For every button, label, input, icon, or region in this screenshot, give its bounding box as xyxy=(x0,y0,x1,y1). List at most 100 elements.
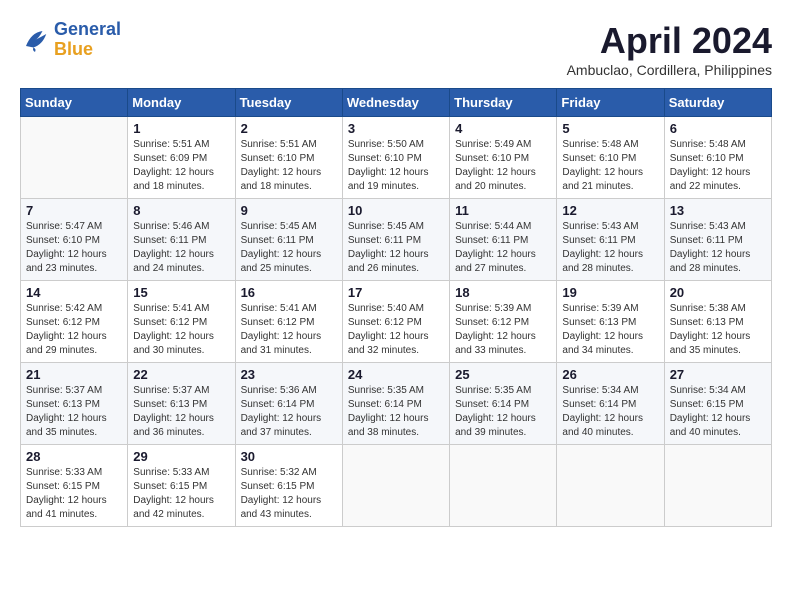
calendar-cell: 27 Sunrise: 5:34 AM Sunset: 6:15 PM Dayli… xyxy=(664,363,771,445)
day-number: 14 xyxy=(26,285,122,300)
day-number: 30 xyxy=(241,449,337,464)
calendar-cell xyxy=(450,445,557,527)
day-number: 26 xyxy=(562,367,658,382)
calendar-cell: 19 Sunrise: 5:39 AM Sunset: 6:13 PM Dayli… xyxy=(557,281,664,363)
calendar-cell: 24 Sunrise: 5:35 AM Sunset: 6:14 PM Dayli… xyxy=(342,363,449,445)
calendar-cell: 18Sunrise: 5:39 AM Sunset: 6:12 PM Dayli… xyxy=(450,281,557,363)
calendar-cell: 4Sunrise: 5:49 AM Sunset: 6:10 PM Daylig… xyxy=(450,117,557,199)
day-info: Sunrise: 5:38 AM Sunset: 6:13 PM Dayligh… xyxy=(670,302,766,358)
month-title: April 2024 xyxy=(567,20,772,62)
calendar-week-row: 28 Sunrise: 5:33 AM Sunset: 6:15 PM Dayli… xyxy=(21,445,772,527)
day-number: 8 xyxy=(133,203,229,218)
day-info: Sunrise: 5:35 AM Sunset: 6:14 PM Dayligh… xyxy=(455,384,551,440)
calendar-week-row: 14Sunrise: 5:42 AM Sunset: 6:12 PM Dayli… xyxy=(21,281,772,363)
day-info: Sunrise: 5:39 AM Sunset: 6:13 PM Dayligh… xyxy=(562,302,658,358)
day-info: Sunrise: 5:41 AM Sunset: 6:12 PM Dayligh… xyxy=(133,302,229,358)
calendar-cell: 12 Sunrise: 5:43 AM Sunset: 6:11 PM Dayli… xyxy=(557,199,664,281)
day-number: 1 xyxy=(133,121,229,136)
calendar-cell xyxy=(664,445,771,527)
day-number: 7 xyxy=(26,203,122,218)
logo-text: GeneralBlue xyxy=(54,20,121,60)
day-number: 3 xyxy=(348,121,444,136)
calendar-cell: 26 Sunrise: 5:34 AM Sunset: 6:14 PM Dayli… xyxy=(557,363,664,445)
logo-icon xyxy=(20,25,50,55)
day-number: 18 xyxy=(455,285,551,300)
day-number: 29 xyxy=(133,449,229,464)
calendar-cell: 17Sunrise: 5:40 AM Sunset: 6:12 PM Dayli… xyxy=(342,281,449,363)
calendar-cell: 29 Sunrise: 5:33 AM Sunset: 6:15 PM Dayli… xyxy=(128,445,235,527)
calendar-cell: 7 Sunrise: 5:47 AM Sunset: 6:10 PM Daylig… xyxy=(21,199,128,281)
day-info: Sunrise: 5:37 AM Sunset: 6:13 PM Dayligh… xyxy=(133,384,229,440)
calendar-cell: 16Sunrise: 5:41 AM Sunset: 6:12 PM Dayli… xyxy=(235,281,342,363)
day-info: Sunrise: 5:34 AM Sunset: 6:14 PM Dayligh… xyxy=(562,384,658,440)
calendar-cell: 28Sunrise: 5:33 AM Sunset: 6:15 PM Dayli… xyxy=(21,445,128,527)
day-info: Sunrise: 5:50 AM Sunset: 6:10 PM Dayligh… xyxy=(348,138,444,194)
day-number: 25 xyxy=(455,367,551,382)
calendar-header-row: SundayMondayTuesdayWednesdayThursdayFrid… xyxy=(21,89,772,117)
day-number: 27 xyxy=(670,367,766,382)
calendar-cell xyxy=(21,117,128,199)
weekday-header: Sunday xyxy=(21,89,128,117)
day-number: 24 xyxy=(348,367,444,382)
day-number: 11 xyxy=(455,203,551,218)
location-subtitle: Ambuclao, Cordillera, Philippines xyxy=(567,62,772,78)
calendar-cell: 14Sunrise: 5:42 AM Sunset: 6:12 PM Dayli… xyxy=(21,281,128,363)
day-number: 2 xyxy=(241,121,337,136)
day-number: 19 xyxy=(562,285,658,300)
day-info: Sunrise: 5:43 AM Sunset: 6:11 PM Dayligh… xyxy=(562,220,658,276)
day-number: 4 xyxy=(455,121,551,136)
day-info: Sunrise: 5:36 AM Sunset: 6:14 PM Dayligh… xyxy=(241,384,337,440)
calendar-cell: 21 Sunrise: 5:37 AM Sunset: 6:13 PM Dayli… xyxy=(21,363,128,445)
weekday-header: Monday xyxy=(128,89,235,117)
title-block: April 2024 Ambuclao, Cordillera, Philipp… xyxy=(567,20,772,78)
logo: GeneralBlue xyxy=(20,20,121,60)
calendar-week-row: 7 Sunrise: 5:47 AM Sunset: 6:10 PM Daylig… xyxy=(21,199,772,281)
day-info: Sunrise: 5:45 AM Sunset: 6:11 PM Dayligh… xyxy=(348,220,444,276)
day-number: 15 xyxy=(133,285,229,300)
calendar-cell: 25 Sunrise: 5:35 AM Sunset: 6:14 PM Dayli… xyxy=(450,363,557,445)
day-info: Sunrise: 5:51 AM Sunset: 6:09 PM Dayligh… xyxy=(133,138,229,194)
day-number: 6 xyxy=(670,121,766,136)
day-info: Sunrise: 5:40 AM Sunset: 6:12 PM Dayligh… xyxy=(348,302,444,358)
calendar-week-row: 21 Sunrise: 5:37 AM Sunset: 6:13 PM Dayli… xyxy=(21,363,772,445)
page-header: GeneralBlue April 2024 Ambuclao, Cordill… xyxy=(20,20,772,78)
calendar-cell: 5 Sunrise: 5:48 AM Sunset: 6:10 PM Daylig… xyxy=(557,117,664,199)
day-info: Sunrise: 5:48 AM Sunset: 6:10 PM Dayligh… xyxy=(562,138,658,194)
day-info: Sunrise: 5:46 AM Sunset: 6:11 PM Dayligh… xyxy=(133,220,229,276)
day-info: Sunrise: 5:51 AM Sunset: 6:10 PM Dayligh… xyxy=(241,138,337,194)
day-number: 21 xyxy=(26,367,122,382)
day-number: 28 xyxy=(26,449,122,464)
day-info: Sunrise: 5:35 AM Sunset: 6:14 PM Dayligh… xyxy=(348,384,444,440)
day-number: 5 xyxy=(562,121,658,136)
calendar-cell: 8 Sunrise: 5:46 AM Sunset: 6:11 PM Daylig… xyxy=(128,199,235,281)
calendar-cell: 1 Sunrise: 5:51 AM Sunset: 6:09 PM Daylig… xyxy=(128,117,235,199)
calendar-cell: 22 Sunrise: 5:37 AM Sunset: 6:13 PM Dayli… xyxy=(128,363,235,445)
calendar-cell: 3 Sunrise: 5:50 AM Sunset: 6:10 PM Daylig… xyxy=(342,117,449,199)
calendar-cell: 6Sunrise: 5:48 AM Sunset: 6:10 PM Daylig… xyxy=(664,117,771,199)
calendar-table: SundayMondayTuesdayWednesdayThursdayFrid… xyxy=(20,88,772,527)
day-info: Sunrise: 5:34 AM Sunset: 6:15 PM Dayligh… xyxy=(670,384,766,440)
day-info: Sunrise: 5:44 AM Sunset: 6:11 PM Dayligh… xyxy=(455,220,551,276)
calendar-cell: 9 Sunrise: 5:45 AM Sunset: 6:11 PM Daylig… xyxy=(235,199,342,281)
day-number: 12 xyxy=(562,203,658,218)
weekday-header: Tuesday xyxy=(235,89,342,117)
calendar-cell xyxy=(557,445,664,527)
calendar-cell xyxy=(342,445,449,527)
calendar-cell: 10 Sunrise: 5:45 AM Sunset: 6:11 PM Dayli… xyxy=(342,199,449,281)
calendar-cell: 13Sunrise: 5:43 AM Sunset: 6:11 PM Dayli… xyxy=(664,199,771,281)
day-info: Sunrise: 5:33 AM Sunset: 6:15 PM Dayligh… xyxy=(133,466,229,522)
day-info: Sunrise: 5:47 AM Sunset: 6:10 PM Dayligh… xyxy=(26,220,122,276)
day-info: Sunrise: 5:37 AM Sunset: 6:13 PM Dayligh… xyxy=(26,384,122,440)
weekday-header: Wednesday xyxy=(342,89,449,117)
day-info: Sunrise: 5:32 AM Sunset: 6:15 PM Dayligh… xyxy=(241,466,337,522)
calendar-cell: 15 Sunrise: 5:41 AM Sunset: 6:12 PM Dayli… xyxy=(128,281,235,363)
weekday-header: Friday xyxy=(557,89,664,117)
day-info: Sunrise: 5:45 AM Sunset: 6:11 PM Dayligh… xyxy=(241,220,337,276)
day-info: Sunrise: 5:43 AM Sunset: 6:11 PM Dayligh… xyxy=(670,220,766,276)
day-number: 10 xyxy=(348,203,444,218)
day-number: 22 xyxy=(133,367,229,382)
day-number: 9 xyxy=(241,203,337,218)
day-number: 16 xyxy=(241,285,337,300)
weekday-header: Saturday xyxy=(664,89,771,117)
day-number: 20 xyxy=(670,285,766,300)
